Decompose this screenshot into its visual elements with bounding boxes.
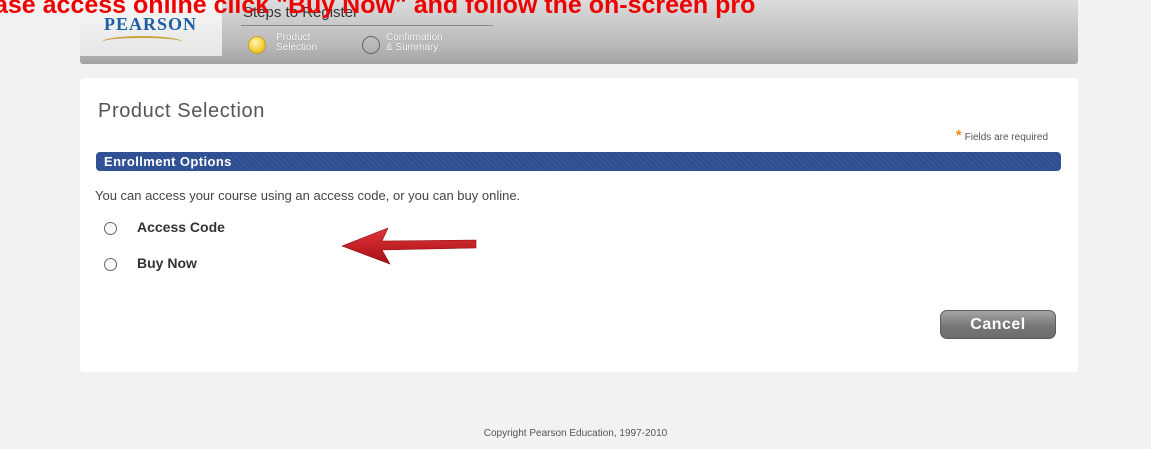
- radio-button-icon[interactable]: [104, 258, 117, 271]
- cancel-button[interactable]: Cancel: [940, 310, 1056, 339]
- section-title: Enrollment Options: [104, 154, 232, 169]
- active-step-icon: [248, 36, 266, 54]
- required-fields-note: * Fields are required: [956, 127, 1048, 144]
- step-label-confirmation: Confirmation & Summary: [386, 32, 443, 53]
- required-note-text: Fields are required: [964, 132, 1048, 143]
- instruction-banner: ase access online click "Buy Now" and fo…: [0, 0, 756, 18]
- enrollment-options-bar: Enrollment Options: [96, 152, 1061, 171]
- step-label-product-selection: Product Selection: [276, 32, 318, 53]
- inactive-step-icon: [362, 36, 380, 54]
- enrollment-description: You can access your course using an acce…: [95, 188, 521, 203]
- radio-button-icon[interactable]: [104, 222, 117, 235]
- product-selection-panel: Product Selection * Fields are required E…: [80, 78, 1078, 372]
- option-label-access-code[interactable]: Access Code: [137, 219, 225, 235]
- page-title: Product Selection: [98, 100, 265, 122]
- footer-copyright: Copyright Pearson Education, 1997-2010: [483, 428, 668, 439]
- steps-divider: [241, 25, 493, 26]
- option-label-buy-now[interactable]: Buy Now: [137, 255, 197, 271]
- required-star-icon: *: [955, 127, 962, 144]
- logo-swoosh-icon: [102, 36, 182, 48]
- arrow-pointer-icon: [341, 227, 477, 265]
